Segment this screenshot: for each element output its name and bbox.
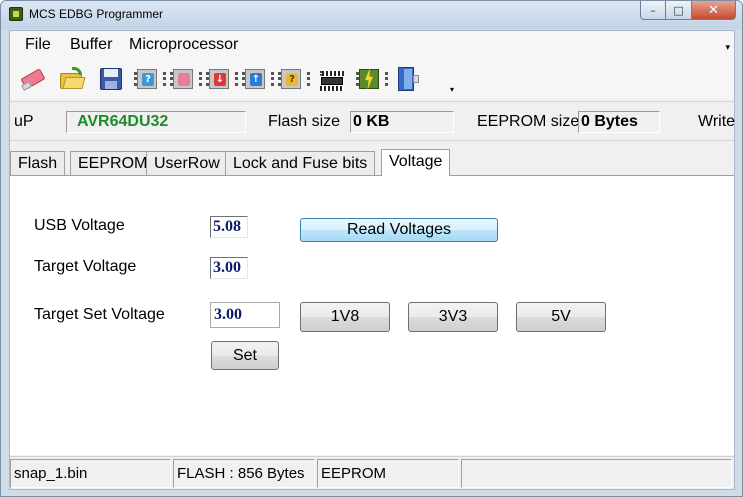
- usb-voltage-label: USB Voltage: [34, 217, 125, 234]
- save-disk-icon: [97, 65, 125, 93]
- title-bar[interactable]: MCS EDBG Programmer – □ ✕: [1, 1, 742, 29]
- verify-chip-button[interactable]: ?: [274, 62, 310, 96]
- toolbar-overflow-icon[interactable]: ▾: [450, 85, 454, 94]
- chip-read-icon: ↓: [205, 65, 238, 93]
- chip-identify-icon: ?: [133, 65, 166, 93]
- exit-button[interactable]: [390, 62, 424, 96]
- close-button[interactable]: ✕: [692, 1, 736, 20]
- preset-1v8-button[interactable]: 1V8: [300, 302, 390, 332]
- open-folder-icon: [58, 65, 86, 93]
- erase-chip-button[interactable]: [166, 62, 202, 96]
- auto-program-button[interactable]: [352, 62, 388, 96]
- app-chip-icon: [9, 7, 23, 21]
- tab-eeprom[interactable]: EEPROM: [70, 151, 156, 175]
- lock-fuse-button[interactable]: [315, 62, 349, 96]
- menu-microprocessor[interactable]: Microprocessor: [129, 36, 238, 54]
- flash-size-label: Flash size: [268, 113, 341, 130]
- device-name-field: AVR64DU32: [66, 111, 246, 133]
- menu-file[interactable]: File: [25, 36, 51, 54]
- client-area: File Buffer Microprocessor ▾ ? ↓ ↑ ? ▾ u…: [9, 30, 735, 490]
- chip-verify-icon: ?: [277, 65, 310, 93]
- tab-strip: Flash EEPROM UserRow Lock and Fuse bits …: [10, 149, 734, 176]
- tab-voltage[interactable]: Voltage: [381, 149, 451, 176]
- target-set-voltage-input[interactable]: 3.00: [210, 302, 280, 328]
- flash-size-field: 0 KB: [350, 111, 454, 133]
- eeprom-size-label: EEPROM size: [477, 113, 580, 130]
- set-voltage-button[interactable]: Set: [211, 341, 279, 370]
- app-window: MCS EDBG Programmer – □ ✕ File Buffer Mi…: [0, 0, 743, 497]
- menu-overflow-icon[interactable]: ▾: [725, 43, 730, 53]
- minimize-button[interactable]: –: [640, 1, 666, 20]
- device-info-bar: uP AVR64DU32 Flash size 0 KB EEPROM size…: [10, 101, 736, 141]
- tab-lock-and-fuse-bits[interactable]: Lock and Fuse bits: [225, 151, 376, 175]
- preset-3v3-button[interactable]: 3V3: [408, 302, 498, 332]
- write-chip-button[interactable]: ↑: [238, 62, 274, 96]
- status-bar: snap_1.bin FLASH : 856 Bytes EEPROM: [10, 456, 734, 489]
- chip-lock-fuse-icon: [318, 65, 346, 93]
- auto-program-icon: [355, 65, 388, 93]
- write-label: Write: [698, 113, 736, 130]
- menu-buffer[interactable]: Buffer: [70, 36, 112, 54]
- usb-voltage-value: 5.08: [210, 216, 248, 238]
- read-chip-button[interactable]: ↓: [202, 62, 238, 96]
- status-eeprom: EEPROM: [317, 459, 459, 488]
- save-button[interactable]: [94, 62, 128, 96]
- chip-write-icon: ↑: [241, 65, 274, 93]
- window-controls: – □ ✕: [640, 1, 736, 21]
- erase-icon: [19, 65, 47, 93]
- open-button[interactable]: [55, 62, 89, 96]
- tab-flash[interactable]: Flash: [10, 151, 66, 175]
- target-voltage-label: Target Voltage: [34, 258, 137, 275]
- menu-bar: File Buffer Microprocessor ▾: [10, 31, 734, 59]
- status-file-name: snap_1.bin: [10, 459, 171, 488]
- maximize-button[interactable]: □: [666, 1, 692, 20]
- target-set-voltage-label: Target Set Voltage: [34, 306, 165, 323]
- window-title: MCS EDBG Programmer: [29, 7, 164, 21]
- eeprom-size-field: 0 Bytes: [578, 111, 660, 133]
- exit-door-icon: [393, 65, 421, 93]
- up-label: uP: [14, 113, 34, 130]
- toolbar: ? ↓ ↑ ? ▾: [10, 59, 734, 99]
- tab-userrow[interactable]: UserRow: [146, 151, 228, 175]
- target-voltage-value: 3.00: [210, 257, 248, 279]
- read-voltages-button[interactable]: Read Voltages: [300, 218, 498, 242]
- erase-button[interactable]: [16, 62, 50, 96]
- voltage-panel: USB Voltage 5.08 Read Voltages Target Vo…: [10, 175, 734, 455]
- identify-chip-button[interactable]: ?: [130, 62, 166, 96]
- status-empty-cell: [461, 459, 732, 488]
- status-flash-size: FLASH : 856 Bytes: [173, 459, 315, 488]
- chip-erase-icon: [169, 65, 202, 93]
- preset-5v-button[interactable]: 5V: [516, 302, 606, 332]
